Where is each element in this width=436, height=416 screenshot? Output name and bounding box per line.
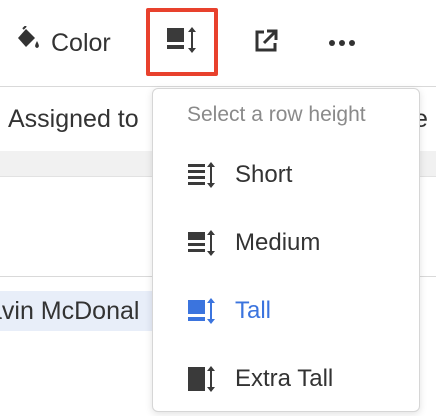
- column-header-assigned-to[interactable]: Assigned to: [8, 105, 139, 134]
- row-height-tall-icon: [187, 296, 217, 326]
- row-height-medium-icon: [187, 228, 217, 258]
- color-button-label: Color: [51, 28, 111, 57]
- row-height-short-icon: [187, 160, 217, 190]
- menu-item-extra-tall[interactable]: Extra Tall: [153, 353, 419, 405]
- color-button[interactable]: Color: [14, 22, 111, 64]
- menu-item-tall[interactable]: Tall: [153, 285, 419, 337]
- assignee-name: avin McDonal: [0, 296, 140, 325]
- menu-item-label: Short: [235, 161, 293, 188]
- menu-item-medium[interactable]: Medium: [153, 217, 419, 269]
- open-external-button[interactable]: [250, 26, 282, 60]
- menu-item-short[interactable]: Short: [153, 149, 419, 201]
- row-height-button[interactable]: [146, 8, 218, 76]
- paint-bucket-icon: [14, 24, 42, 61]
- more-options-button[interactable]: [322, 26, 362, 60]
- assigned-to-cell[interactable]: avin McDonal: [0, 291, 160, 331]
- row-height-extra-tall-icon: [187, 364, 217, 394]
- menu-item-label: Medium: [235, 229, 321, 256]
- open-external-icon: [253, 28, 279, 59]
- menu-item-label: Tall: [235, 297, 272, 324]
- menu-item-label: Extra Tall: [235, 365, 334, 392]
- more-horizontal-icon: [328, 34, 356, 52]
- row-height-menu-heading: Select a row height: [187, 103, 366, 126]
- row-height-menu: Select a row height Short Medium Tall Ex…: [152, 88, 420, 412]
- toolbar: Color: [0, 0, 436, 86]
- row-height-icon: [165, 25, 199, 60]
